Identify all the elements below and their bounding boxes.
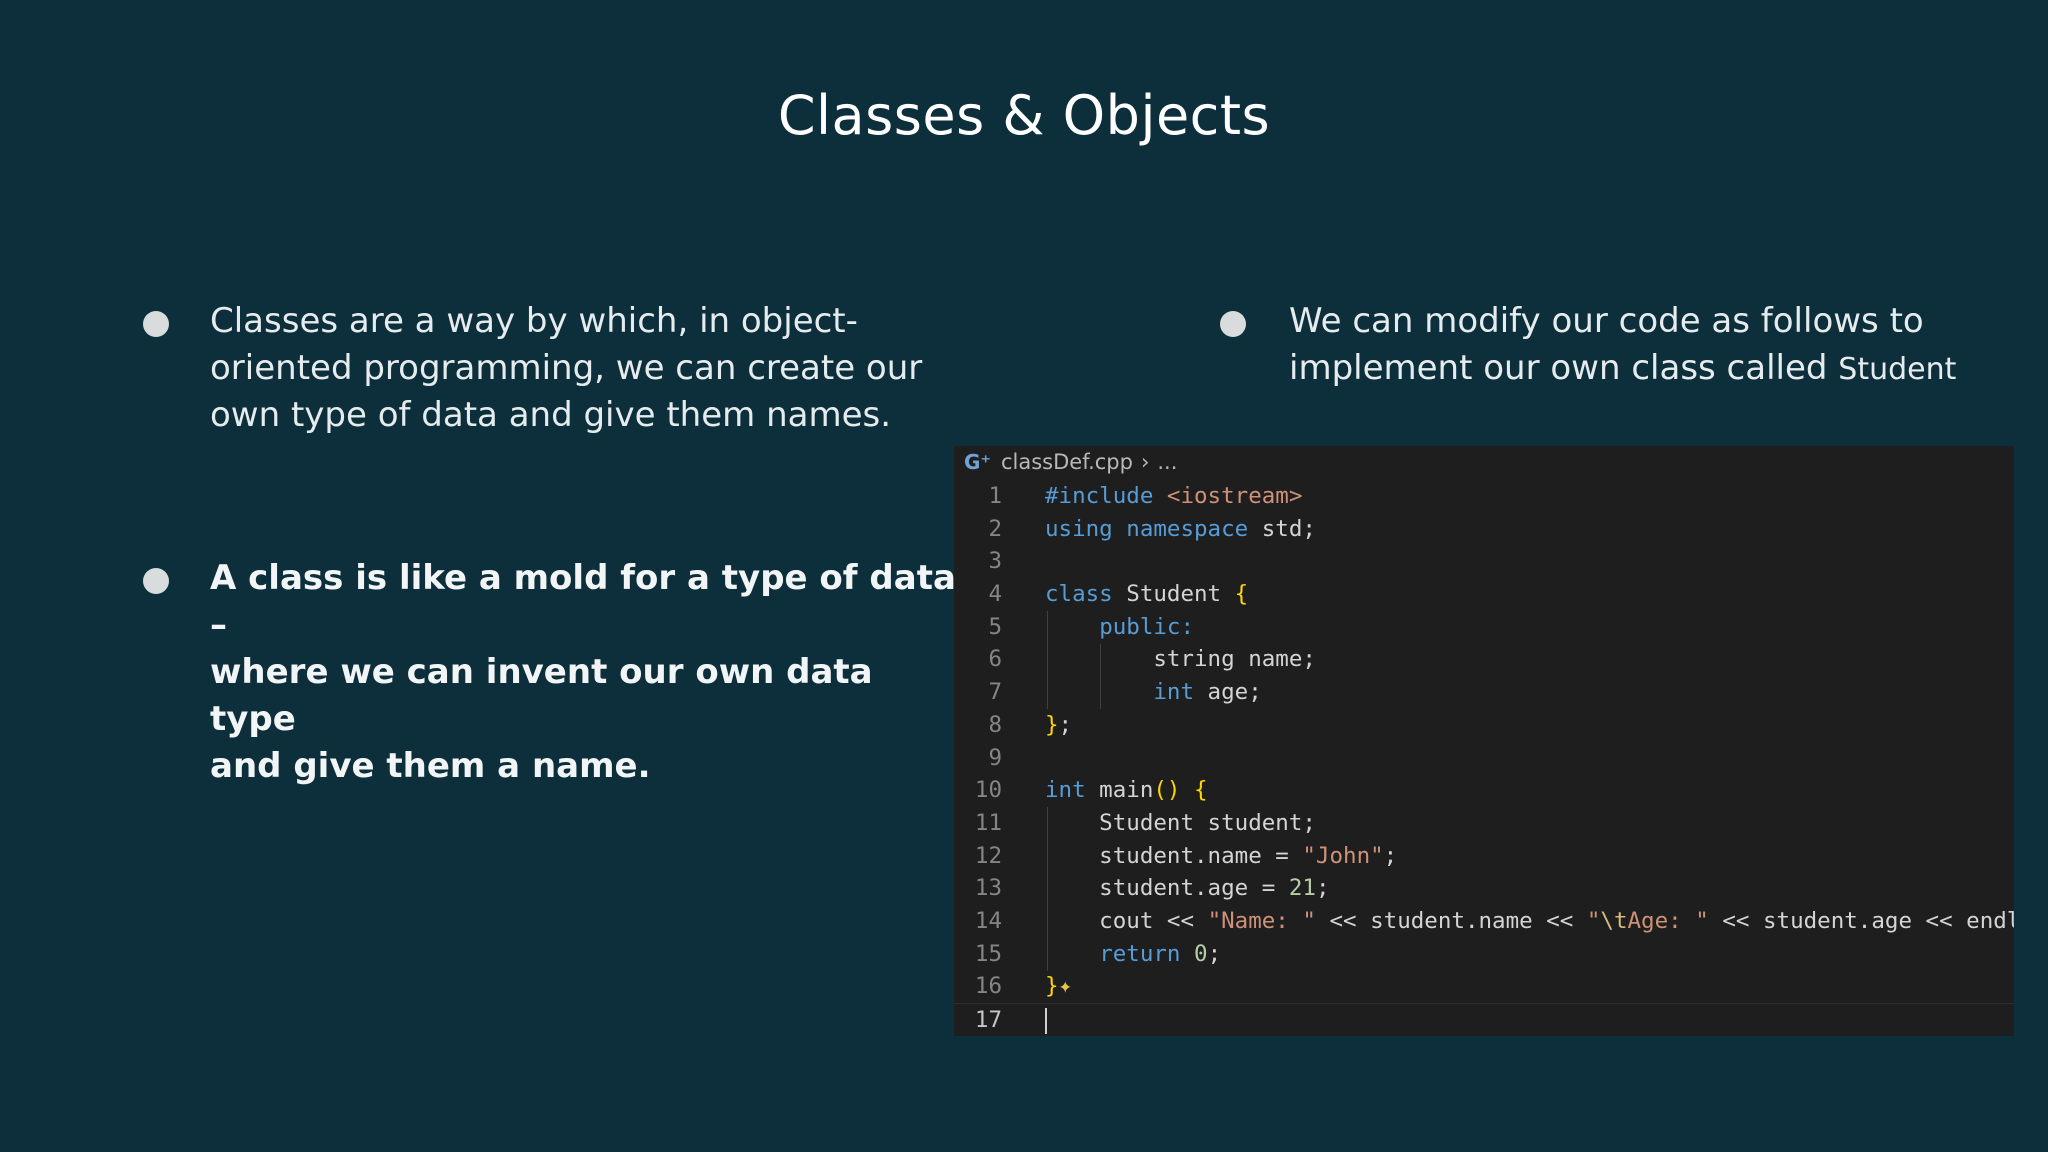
code-line: 3 — [954, 545, 2014, 578]
line-source: cout << "Name: " << student.name << "\tA… — [1045, 907, 2014, 934]
line-source: student.age = 21; — [1045, 875, 1330, 902]
line-number: 5 — [988, 613, 1002, 640]
code-line: 12 student.name = "John"; — [954, 840, 2014, 873]
text-line: where we can invent our own data type — [210, 652, 873, 739]
line-number: 2 — [988, 515, 1002, 542]
line-source: int age; — [1153, 679, 1262, 706]
line-number: 14 — [974, 907, 1002, 934]
editor-breadcrumb: G⁺ classDef.cpp › ... — [954, 446, 2014, 478]
breadcrumb-file-name[interactable]: classDef.cpp — [1001, 450, 1133, 474]
line-source: student.name = "John"; — [1045, 842, 1398, 869]
bullet-text-class-mold: A class is like a mold for a type of dat… — [210, 555, 970, 790]
text-cursor — [1045, 1008, 1047, 1034]
line-number: 13 — [974, 875, 1002, 902]
line-source: using namespace std; — [1045, 515, 1316, 542]
line-number: 12 — [974, 842, 1002, 869]
code-line: 13 student.age = 21; — [954, 872, 2014, 905]
bullet-dot — [143, 568, 169, 594]
line-source: return 0; — [1099, 940, 1222, 967]
slide-title: Classes & Objects — [777, 84, 1271, 147]
sparkle-icon[interactable]: ✦ — [1059, 973, 1073, 999]
line-source: int main() { — [1045, 777, 1208, 804]
line-source: Student student; — [1045, 809, 1316, 836]
code-line: 16 }✦ — [954, 970, 2014, 1003]
code-line: 15 return 0; — [954, 938, 2014, 971]
line-source: #include <iostream> — [1045, 483, 1303, 509]
code-line: 4 class Student { — [954, 578, 2014, 611]
code-line: 8}; — [954, 709, 2014, 742]
code-line: 5 public: — [954, 611, 2014, 644]
line-number: 16 — [974, 973, 1002, 1000]
code-line: 2 using namespace std; — [954, 513, 2014, 546]
code-lines[interactable]: 1 #include <iostream> 2 using namespace st… — [954, 480, 2014, 1036]
bullet-dot — [143, 311, 169, 337]
code-line: 7 int age; — [954, 676, 2014, 709]
line-source: }; — [1045, 711, 1073, 738]
line-number: 3 — [988, 548, 1002, 575]
cpp-file-icon: G⁺ — [964, 450, 991, 474]
line-number: 17 — [974, 1007, 1002, 1033]
text-line: implement our own class called Student — [1289, 345, 2029, 393]
code-editor-panel: G⁺ classDef.cpp › ... 1 #include <iostrea… — [954, 446, 2014, 1036]
text-line: own type of data and give them names. — [210, 395, 892, 435]
bullet-text-modify-code: We can modify our code as follows to imp… — [1289, 298, 2029, 393]
code-line: 11 Student student; — [954, 807, 2014, 840]
line-number: 6 — [988, 646, 1002, 673]
line-number: 7 — [988, 679, 1002, 706]
breadcrumb-more[interactable]: ... — [1157, 450, 1177, 474]
line-number: 9 — [988, 744, 1002, 771]
code-line: 9 — [954, 742, 2014, 775]
line-source: class Student { — [1045, 581, 1249, 608]
line-number: 11 — [974, 809, 1002, 836]
text-span: implement our own class called — [1289, 348, 1839, 388]
line-source: }✦ — [1045, 973, 1073, 1000]
chevron-right-icon: › — [1140, 450, 1150, 474]
bullet-text-classes-definition: Classes are a way by which, in object- o… — [210, 298, 970, 439]
code-line-active: 17 — [954, 1003, 2014, 1036]
line-source: string name; — [1045, 646, 1316, 673]
code-line: 6 string name; — [954, 643, 2014, 676]
code-line: 1 #include <iostream> — [954, 480, 2014, 513]
text-line: Classes are a way by which, in object- — [210, 301, 858, 341]
line-number: 4 — [988, 581, 1002, 608]
code-line: 10 int main() { — [954, 774, 2014, 807]
inline-code-student: Student — [1838, 352, 1957, 387]
line-number: 8 — [988, 711, 1002, 738]
line-number: 1 — [988, 483, 1002, 509]
line-number: 15 — [974, 940, 1002, 967]
text-line: and give them a name. — [210, 746, 651, 786]
line-number: 10 — [974, 777, 1002, 804]
text-line: oriented programming, we can create our — [210, 348, 923, 388]
bullet-dot — [1220, 311, 1246, 337]
line-source: public: — [1099, 613, 1195, 640]
code-line: 14 cout << "Name: " << student.name << "… — [954, 905, 2014, 938]
text-line: We can modify our code as follows to — [1289, 301, 1924, 341]
text-line: A class is like a mold for a type of dat… — [210, 558, 956, 645]
